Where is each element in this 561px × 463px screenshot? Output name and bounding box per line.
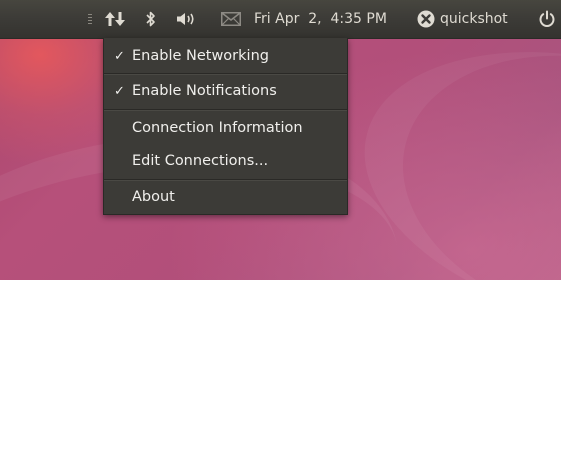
top-panel: Fri Apr 2, 4:35 PM quickshot (0, 0, 561, 39)
menu-separator (104, 73, 347, 75)
bluetooth-indicator[interactable] (142, 0, 160, 38)
session-indicator[interactable] (536, 0, 558, 38)
menu-item-label: About (132, 189, 175, 205)
menu-separator (104, 179, 347, 181)
messaging-indicator[interactable] (219, 0, 243, 38)
menu-separator (104, 109, 347, 111)
user-status-icon (417, 10, 435, 28)
menu-item-connection-information[interactable]: Connection Information (104, 113, 347, 143)
panel-clock[interactable]: Fri Apr 2, 4:35 PM (254, 0, 387, 38)
menu-item-about[interactable]: About (104, 182, 347, 212)
user-status-indicator[interactable] (415, 0, 437, 38)
menu-item-label: Edit Connections... (132, 153, 269, 169)
user-name-label[interactable]: quickshot (440, 0, 508, 38)
menu-item-edit-connections[interactable]: Edit Connections... (104, 146, 347, 176)
network-indicator[interactable] (100, 0, 130, 38)
menu-item-enable-notifications[interactable]: ✓ Enable Notifications (104, 76, 347, 106)
power-icon (539, 10, 555, 27)
wallpaper-swirl (335, 8, 561, 372)
menu-item-label: Connection Information (132, 120, 303, 136)
bluetooth-icon (146, 11, 155, 27)
network-menu: ✓ Enable Networking ✓ Enable Notificatio… (103, 38, 348, 215)
checkmark-icon: ✓ (114, 83, 125, 99)
volume-icon (177, 13, 194, 25)
menu-item-label: Enable Networking (132, 48, 269, 64)
menu-item-label: Enable Notifications (132, 83, 277, 99)
menu-item-enable-networking[interactable]: ✓ Enable Networking (104, 41, 347, 71)
volume-indicator[interactable] (175, 0, 199, 38)
mail-icon (221, 12, 241, 26)
checkmark-icon: ✓ (114, 48, 125, 64)
network-updown-icon (105, 12, 125, 26)
panel-grip-handle[interactable] (88, 0, 92, 38)
